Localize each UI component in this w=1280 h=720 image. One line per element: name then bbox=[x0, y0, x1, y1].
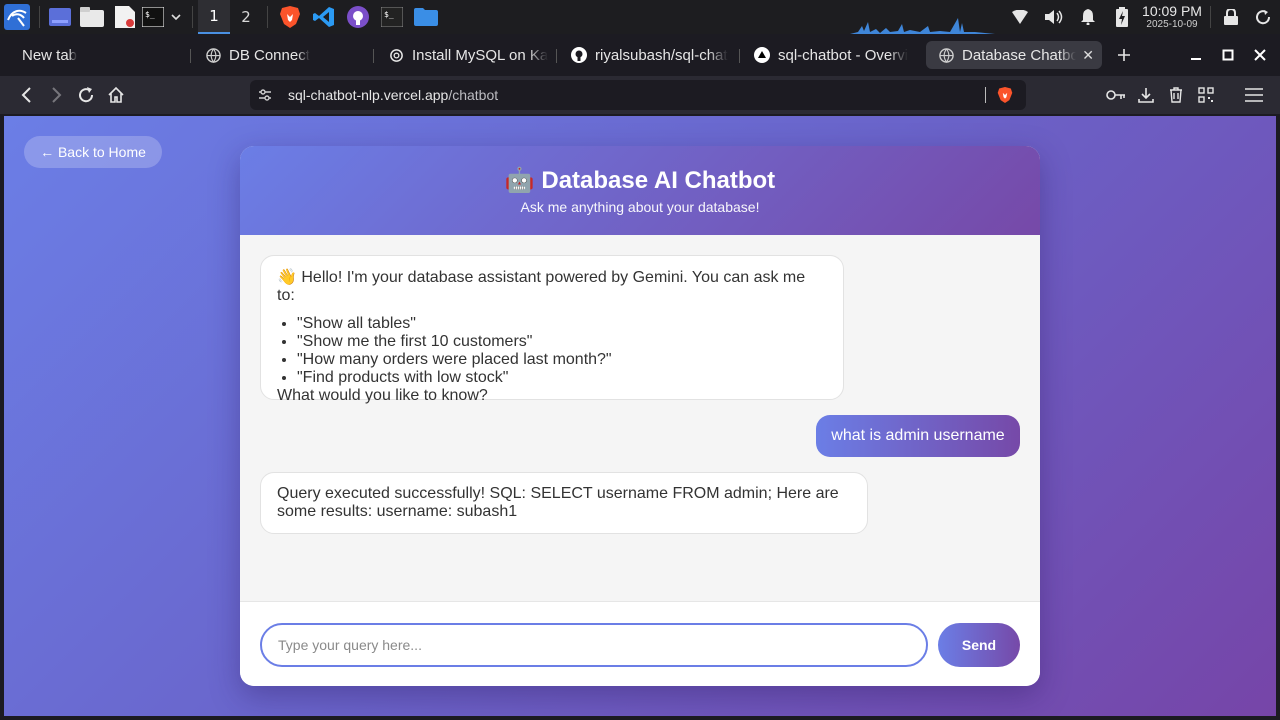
taskbar-clock[interactable]: 10:09 PM 2025-10-09 bbox=[1139, 4, 1205, 30]
back-arrow-icon[interactable] bbox=[16, 84, 38, 106]
vercel-icon bbox=[754, 47, 770, 63]
kali-menu-icon[interactable] bbox=[0, 0, 34, 34]
url-host: sql-chatbot-nlp.vercel.app bbox=[288, 87, 449, 103]
message-list: 👋 Hello! I'm your database assistant pow… bbox=[240, 235, 1040, 601]
taskbar-separator bbox=[192, 6, 193, 28]
page-subtitle: Ask me anything about your database! bbox=[520, 199, 760, 215]
home-icon[interactable] bbox=[105, 84, 127, 106]
workspace-1-button[interactable]: 1 bbox=[198, 0, 230, 34]
battery-charging-icon[interactable] bbox=[1105, 0, 1139, 34]
page-title: 🤖 Database AI Chatbot bbox=[504, 167, 776, 194]
tab-divider bbox=[739, 49, 740, 63]
download-icon[interactable] bbox=[1135, 84, 1157, 106]
tab-label: DB Connect bbox=[229, 46, 310, 64]
tab-label: New tab bbox=[22, 46, 78, 64]
welcome-intro: 👋 Hello! I'm your database assistant pow… bbox=[277, 269, 806, 304]
file-manager-icon[interactable] bbox=[75, 0, 109, 34]
tab-divider bbox=[373, 49, 374, 63]
tab-vercel-overview[interactable]: sql-chatbot - Overvi bbox=[754, 41, 914, 69]
terminal-icon[interactable]: $_ bbox=[141, 0, 165, 34]
hamburger-menu-icon[interactable] bbox=[1243, 84, 1265, 106]
clock-date: 2025-10-09 bbox=[1146, 19, 1198, 30]
taskbar-separator bbox=[1210, 6, 1211, 28]
os-taskbar: $_ 1 2 $_ 10:09 PM 2025-10-09 bbox=[0, 0, 1280, 34]
lock-screen-icon[interactable] bbox=[1216, 0, 1246, 34]
browser-tab-strip: New tab DB Connect Install MySQL on Ka r… bbox=[0, 38, 1280, 72]
site-settings-icon[interactable] bbox=[258, 88, 274, 102]
svg-text:$_: $_ bbox=[384, 10, 394, 19]
tab-divider bbox=[190, 49, 191, 63]
close-window-icon[interactable] bbox=[1244, 38, 1276, 72]
volume-icon[interactable] bbox=[1037, 0, 1071, 34]
chat-input-area: Send bbox=[240, 601, 1040, 686]
address-divider bbox=[985, 87, 986, 103]
terminal-window-icon[interactable]: $_ bbox=[375, 0, 409, 34]
tab-divider bbox=[556, 49, 557, 63]
example-query-list: "Show all tables" "Show me the first 10 … bbox=[297, 315, 827, 387]
openai-icon bbox=[388, 47, 404, 63]
tab-install-mysql[interactable]: Install MySQL on Ka bbox=[388, 41, 548, 69]
text-editor-icon[interactable] bbox=[109, 0, 141, 34]
url-path: /chatbot bbox=[448, 87, 499, 103]
browser-toolbar: sql-chatbot-nlp.vercel.app/chatbot bbox=[0, 76, 1280, 114]
back-to-home-button[interactable]: ← Back to Home bbox=[24, 136, 162, 168]
qr-code-icon[interactable] bbox=[1195, 84, 1217, 106]
tab-new-tab[interactable]: New tab bbox=[22, 41, 182, 69]
forward-arrow-icon[interactable] bbox=[45, 84, 67, 106]
globe-icon bbox=[938, 47, 954, 63]
clock-time: 10:09 PM bbox=[1142, 3, 1202, 19]
globe-icon bbox=[205, 47, 221, 63]
vscode-icon[interactable] bbox=[307, 0, 341, 34]
taskbar-separator bbox=[267, 6, 268, 28]
tab-label: sql-chatbot - Overvi bbox=[778, 46, 909, 64]
password-key-icon[interactable] bbox=[1105, 84, 1127, 106]
chat-container: 🤖 Database AI Chatbot Ask me anything ab… bbox=[240, 146, 1040, 686]
desktop-icon[interactable] bbox=[45, 0, 75, 34]
reload-icon[interactable] bbox=[75, 84, 97, 106]
power-refresh-icon[interactable] bbox=[1246, 0, 1280, 34]
brave-browser-icon[interactable] bbox=[273, 0, 307, 34]
brave-shields-icon[interactable] bbox=[997, 86, 1013, 109]
list-item: "Show me the first 10 customers" bbox=[297, 333, 827, 351]
send-button[interactable]: Send bbox=[938, 623, 1020, 667]
tab-label: Install MySQL on Ka bbox=[412, 46, 548, 64]
notification-bell-icon[interactable] bbox=[1071, 0, 1105, 34]
taskbar-separator bbox=[39, 6, 40, 28]
tab-label: Database Chatbot bbox=[962, 46, 1076, 64]
trash-icon[interactable] bbox=[1165, 84, 1187, 106]
cpu-graph-icon bbox=[850, 18, 995, 34]
list-item: "How many orders were placed last month?… bbox=[297, 351, 827, 369]
maximize-window-icon[interactable] bbox=[1212, 38, 1244, 72]
new-tab-plus-icon[interactable] bbox=[1114, 41, 1134, 69]
chevron-down-icon[interactable] bbox=[165, 0, 187, 34]
tab-label: riyalsubash/sql-chat bbox=[595, 46, 728, 64]
minimize-window-icon[interactable] bbox=[1180, 38, 1212, 72]
list-item: "Find products with low stock" bbox=[297, 369, 827, 387]
tab-database-chatbot[interactable]: Database Chatbot ✕ bbox=[926, 41, 1102, 69]
svg-text:$_: $_ bbox=[145, 10, 155, 19]
user-message: what is admin username bbox=[816, 415, 1020, 457]
welcome-outro: What would you like to know? bbox=[277, 387, 488, 404]
github-icon bbox=[571, 47, 587, 63]
system-tray: 10:09 PM 2025-10-09 bbox=[1003, 0, 1280, 34]
tab-db-connect[interactable]: DB Connect bbox=[205, 41, 365, 69]
address-bar[interactable]: sql-chatbot-nlp.vercel.app/chatbot bbox=[250, 80, 1026, 110]
chat-header: 🤖 Database AI Chatbot Ask me anything ab… bbox=[240, 146, 1040, 235]
page-viewport: ← Back to Home 🤖 Database AI Chatbot Ask… bbox=[4, 116, 1276, 716]
github-desktop-icon[interactable] bbox=[341, 0, 375, 34]
workspace-2-button[interactable]: 2 bbox=[230, 0, 262, 34]
query-input[interactable] bbox=[260, 623, 928, 667]
list-item: "Show all tables" bbox=[297, 315, 827, 333]
close-tab-icon[interactable]: ✕ bbox=[1082, 47, 1094, 64]
wifi-icon[interactable] bbox=[1003, 0, 1037, 34]
bot-reply-message: Query executed successfully! SQL: SELECT… bbox=[260, 472, 868, 534]
tab-github-repo[interactable]: riyalsubash/sql-chat bbox=[571, 41, 731, 69]
bot-welcome-message: 👋 Hello! I'm your database assistant pow… bbox=[260, 255, 844, 404]
folder-icon[interactable] bbox=[409, 0, 443, 34]
